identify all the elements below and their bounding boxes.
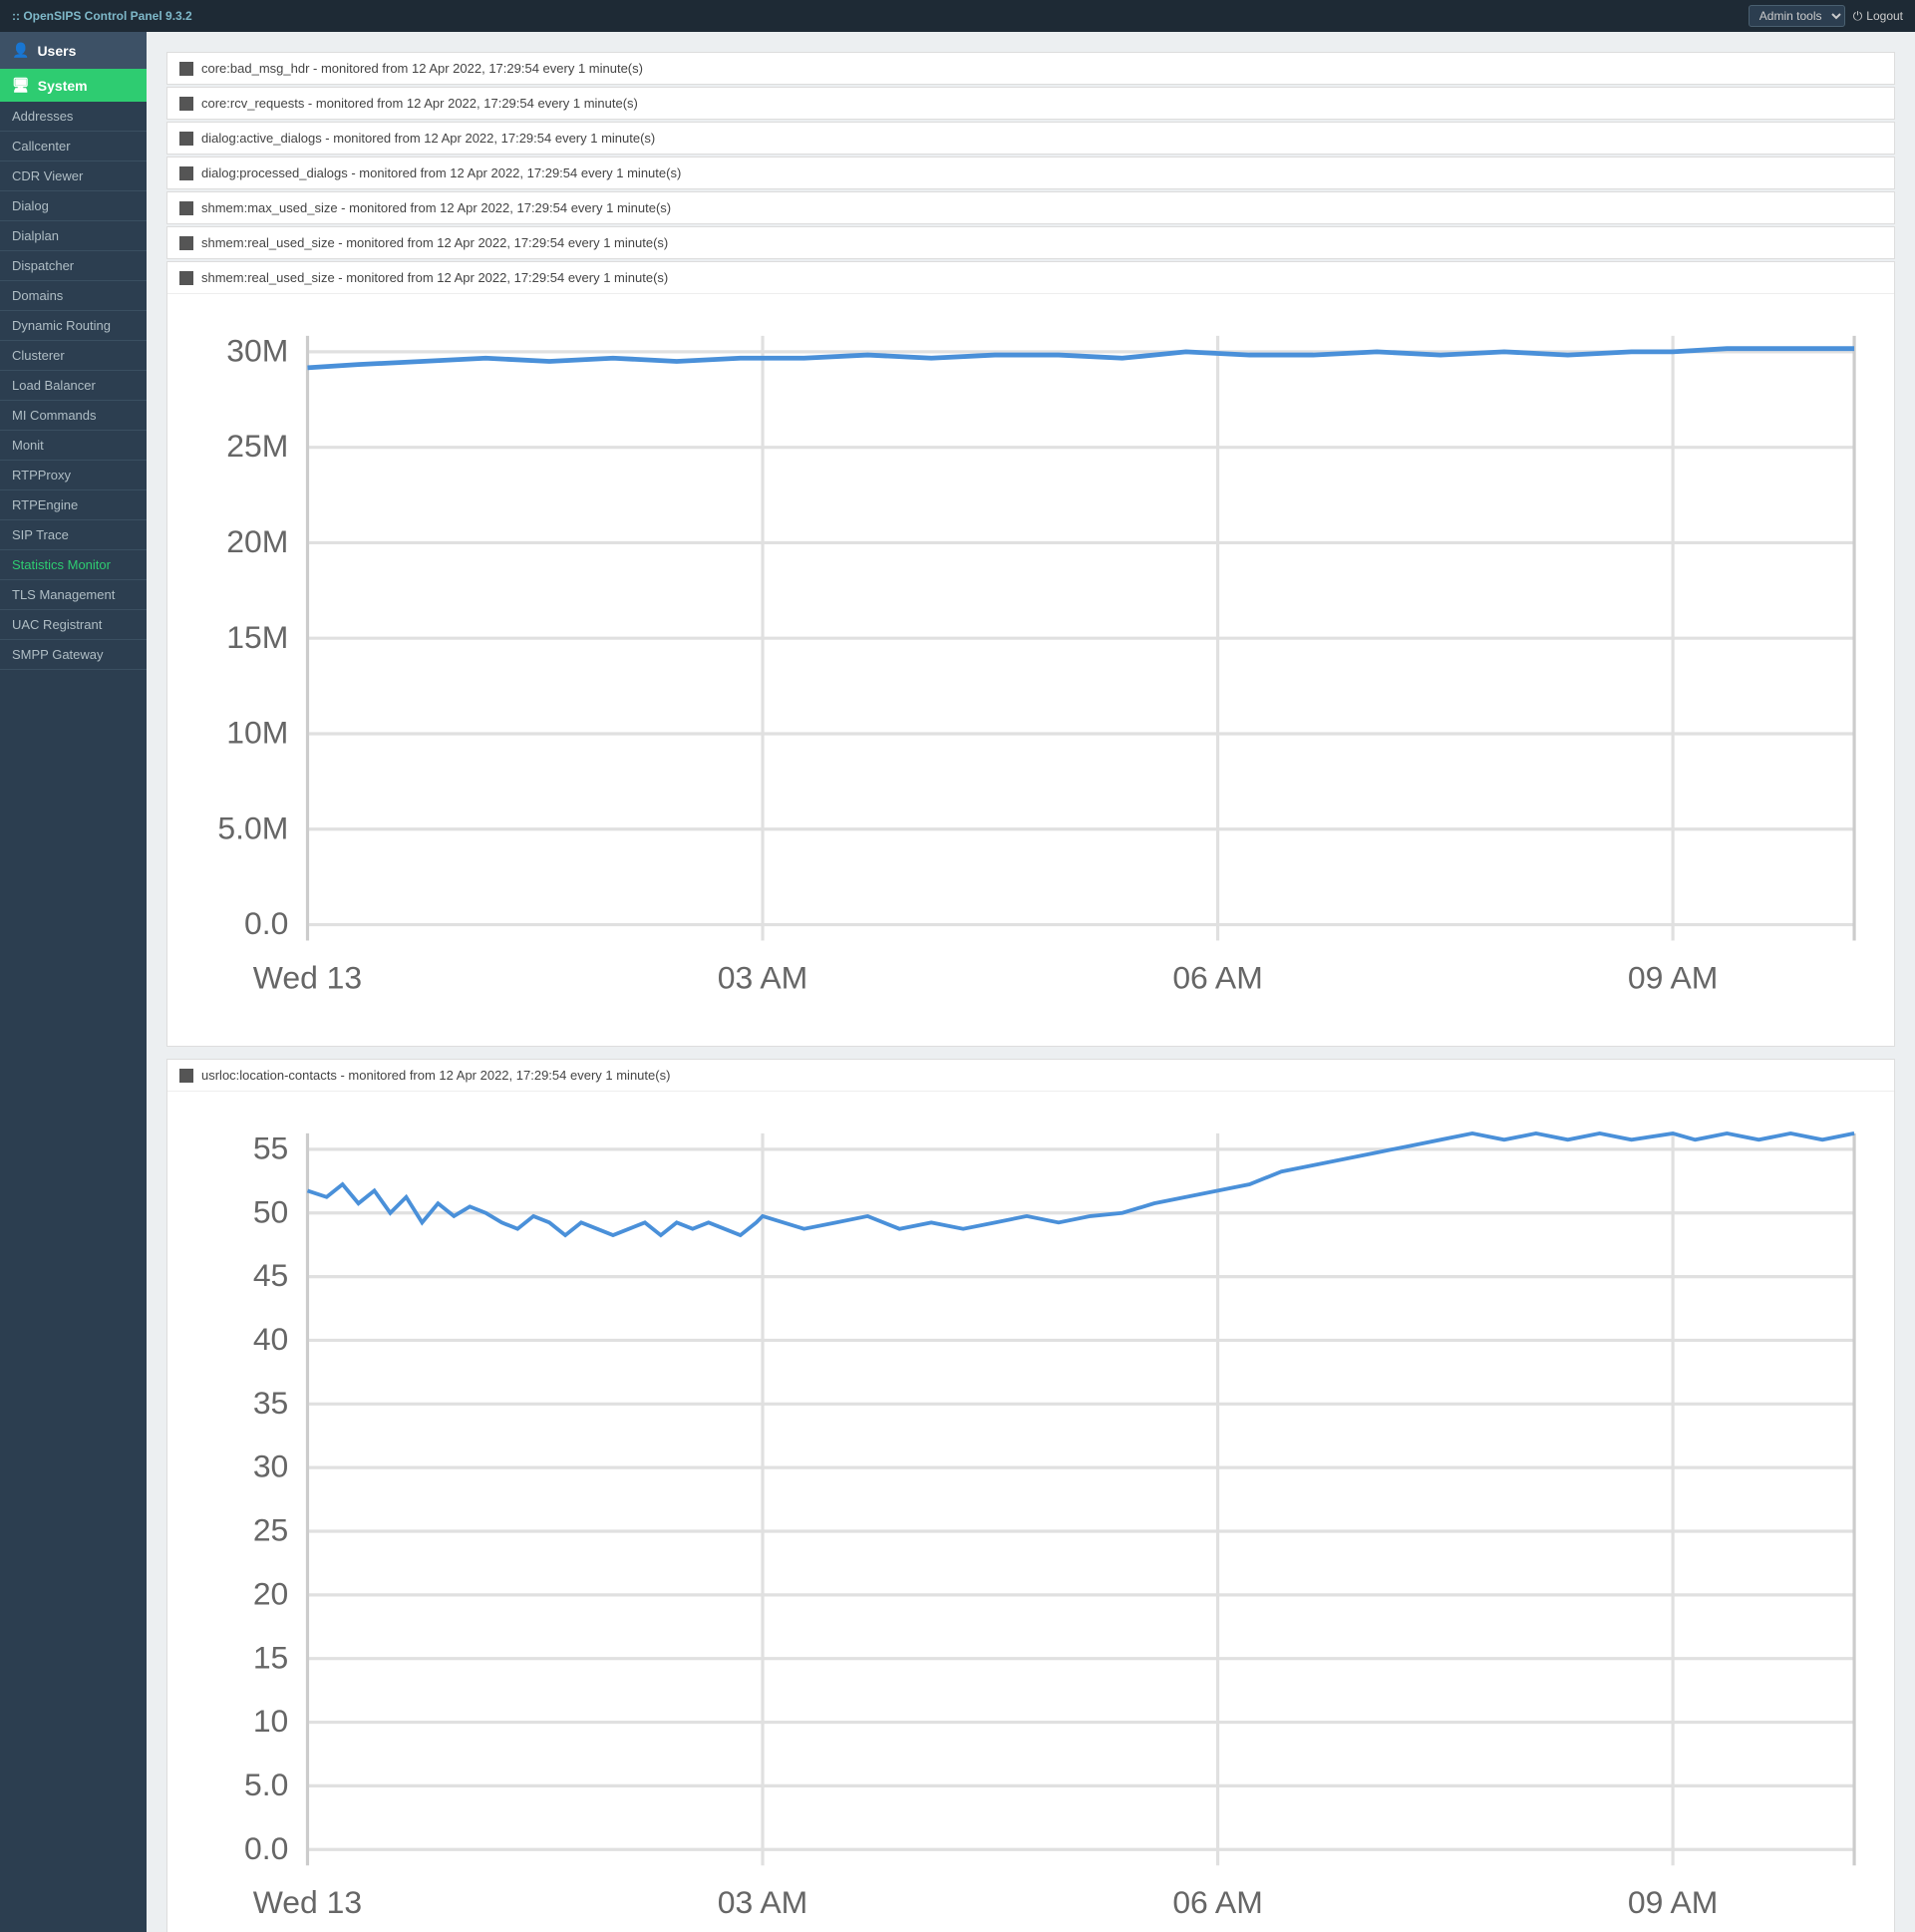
stat-icon-0 [179, 62, 193, 76]
svg-text:30: 30 [253, 1449, 289, 1484]
system-icon: 🖥 [12, 77, 30, 94]
svg-text:10M: 10M [226, 715, 288, 751]
sidebar-item-sip-trace[interactable]: SIP Trace [0, 520, 147, 550]
svg-text:5.0M: 5.0M [217, 809, 288, 845]
sidebar: 👤 Users 🖥 System AddressesCallcenterCDR … [0, 32, 147, 1932]
stat-header-1[interactable]: core:rcv_requests - monitored from 12 Ap… [167, 88, 1894, 119]
svg-text:5.0: 5.0 [244, 1767, 288, 1802]
svg-text:50: 50 [253, 1194, 289, 1230]
svg-text:09 AM: 09 AM [1628, 1884, 1718, 1920]
stat-header-0[interactable]: core:bad_msg_hdr - monitored from 12 Apr… [167, 53, 1894, 84]
stat-header-4[interactable]: shmem:max_used_size - monitored from 12 … [167, 192, 1894, 223]
topbar: :: OpenSIPS Control Panel 9.3.2 Admin to… [0, 0, 1915, 32]
svg-text:40: 40 [253, 1321, 289, 1357]
layout: 👤 Users 🖥 System AddressesCallcenterCDR … [0, 32, 1915, 1932]
svg-text:0.0: 0.0 [244, 1830, 288, 1866]
svg-text:Wed 13: Wed 13 [253, 959, 362, 995]
sidebar-item-rtpproxy[interactable]: RTPProxy [0, 461, 147, 490]
stat-card-3: dialog:processed_dialogs - monitored fro… [166, 157, 1895, 189]
stat-label-0: core:bad_msg_hdr - monitored from 12 Apr… [201, 61, 643, 76]
sidebar-item-domains[interactable]: Domains [0, 281, 147, 311]
chart-body-2: 55 50 45 40 35 30 25 20 15 10 5.0 0.0 [167, 1092, 1894, 1932]
stat-icon-1 [179, 97, 193, 111]
sidebar-item-uac-registrant[interactable]: UAC Registrant [0, 610, 147, 640]
chart-icon-1 [179, 271, 193, 285]
chart-body-1: 30M 25M 20M 15M 10M 5.0M 0.0 [167, 294, 1894, 1046]
sidebar-item-statistics-monitor[interactable]: Statistics Monitor [0, 550, 147, 580]
sidebar-nav: AddressesCallcenterCDR ViewerDialogDialp… [0, 102, 147, 1932]
svg-text:20: 20 [253, 1576, 289, 1612]
stat-header-2[interactable]: dialog:active_dialogs - monitored from 1… [167, 123, 1894, 154]
sidebar-item-smpp-gateway[interactable]: SMPP Gateway [0, 640, 147, 670]
sidebar-item-tls-management[interactable]: TLS Management [0, 580, 147, 610]
sidebar-item-clusterer[interactable]: Clusterer [0, 341, 147, 371]
power-icon: ⏻ [1853, 9, 1863, 24]
stat-label-2: dialog:active_dialogs - monitored from 1… [201, 131, 655, 146]
chart-svg-2: 55 50 45 40 35 30 25 20 15 10 5.0 0.0 [167, 1102, 1886, 1932]
svg-text:15M: 15M [226, 619, 288, 655]
sidebar-item-dispatcher[interactable]: Dispatcher [0, 251, 147, 281]
svg-text:45: 45 [253, 1257, 289, 1293]
svg-text:10: 10 [253, 1703, 289, 1739]
stat-label-4: shmem:max_used_size - monitored from 12 … [201, 200, 671, 215]
sidebar-item-system[interactable]: 🖥 System [0, 69, 147, 102]
sidebar-item-users[interactable]: 👤 Users [0, 32, 147, 69]
svg-text:06 AM: 06 AM [1172, 959, 1262, 995]
topbar-right: Admin tools ⏻ Logout [1749, 5, 1903, 27]
main-content: core:bad_msg_hdr - monitored from 12 Apr… [147, 32, 1915, 1932]
stat-card-4: shmem:max_used_size - monitored from 12 … [166, 191, 1895, 224]
chart-card-2: usrloc:location-contacts - monitored fro… [166, 1059, 1895, 1932]
svg-text:03 AM: 03 AM [718, 1884, 807, 1920]
users-icon: 👤 [12, 42, 29, 59]
sidebar-item-callcenter[interactable]: Callcenter [0, 132, 147, 161]
stat-card-1: core:rcv_requests - monitored from 12 Ap… [166, 87, 1895, 120]
stat-icon-5 [179, 236, 193, 250]
svg-text:25: 25 [253, 1512, 289, 1548]
chart-svg-1: 30M 25M 20M 15M 10M 5.0M 0.0 [167, 304, 1886, 1036]
sidebar-item-monit[interactable]: Monit [0, 431, 147, 461]
svg-text:03 AM: 03 AM [718, 959, 807, 995]
svg-text:15: 15 [253, 1640, 289, 1676]
admin-tools-select[interactable]: Admin tools [1749, 5, 1845, 27]
sidebar-item-dialog[interactable]: Dialog [0, 191, 147, 221]
sidebar-item-load-balancer[interactable]: Load Balancer [0, 371, 147, 401]
svg-text:06 AM: 06 AM [1172, 1884, 1262, 1920]
svg-text:30M: 30M [226, 332, 288, 368]
chart-header-1: shmem:real_used_size - monitored from 12… [167, 262, 1894, 294]
stat-card-5: shmem:real_used_size - monitored from 12… [166, 226, 1895, 259]
chart-card-1: shmem:real_used_size - monitored from 12… [166, 261, 1895, 1047]
logout-button[interactable]: ⏻ Logout [1853, 9, 1903, 24]
svg-text:Wed 13: Wed 13 [253, 1884, 362, 1920]
chart-header-2: usrloc:location-contacts - monitored fro… [167, 1060, 1894, 1092]
sidebar-item-addresses[interactable]: Addresses [0, 102, 147, 132]
chart-icon-2 [179, 1069, 193, 1083]
svg-text:35: 35 [253, 1385, 289, 1421]
stat-header-5[interactable]: shmem:real_used_size - monitored from 12… [167, 227, 1894, 258]
svg-text:25M: 25M [226, 428, 288, 464]
stat-label-5: shmem:real_used_size - monitored from 12… [201, 235, 668, 250]
sidebar-item-rtpengine[interactable]: RTPEngine [0, 490, 147, 520]
stat-header-3[interactable]: dialog:processed_dialogs - monitored fro… [167, 158, 1894, 188]
stat-card-2: dialog:active_dialogs - monitored from 1… [166, 122, 1895, 155]
sidebar-item-cdr-viewer[interactable]: CDR Viewer [0, 161, 147, 191]
stat-card-0: core:bad_msg_hdr - monitored from 12 Apr… [166, 52, 1895, 85]
sidebar-item-dynamic-routing[interactable]: Dynamic Routing [0, 311, 147, 341]
chart-label-2: usrloc:location-contacts - monitored fro… [201, 1068, 670, 1083]
stat-icon-3 [179, 166, 193, 180]
stat-label-1: core:rcv_requests - monitored from 12 Ap… [201, 96, 638, 111]
chart-label-1: shmem:real_used_size - monitored from 12… [201, 270, 668, 285]
svg-text:55: 55 [253, 1130, 289, 1166]
sidebar-item-mi-commands[interactable]: MI Commands [0, 401, 147, 431]
stat-list: core:bad_msg_hdr - monitored from 12 Apr… [166, 52, 1895, 261]
sidebar-item-dialplan[interactable]: Dialplan [0, 221, 147, 251]
svg-text:09 AM: 09 AM [1628, 959, 1718, 995]
stat-label-3: dialog:processed_dialogs - monitored fro… [201, 165, 681, 180]
svg-text:20M: 20M [226, 523, 288, 559]
app-title: :: OpenSIPS Control Panel 9.3.2 [12, 9, 192, 23]
svg-text:0.0: 0.0 [244, 905, 288, 941]
stat-icon-4 [179, 201, 193, 215]
stat-icon-2 [179, 132, 193, 146]
